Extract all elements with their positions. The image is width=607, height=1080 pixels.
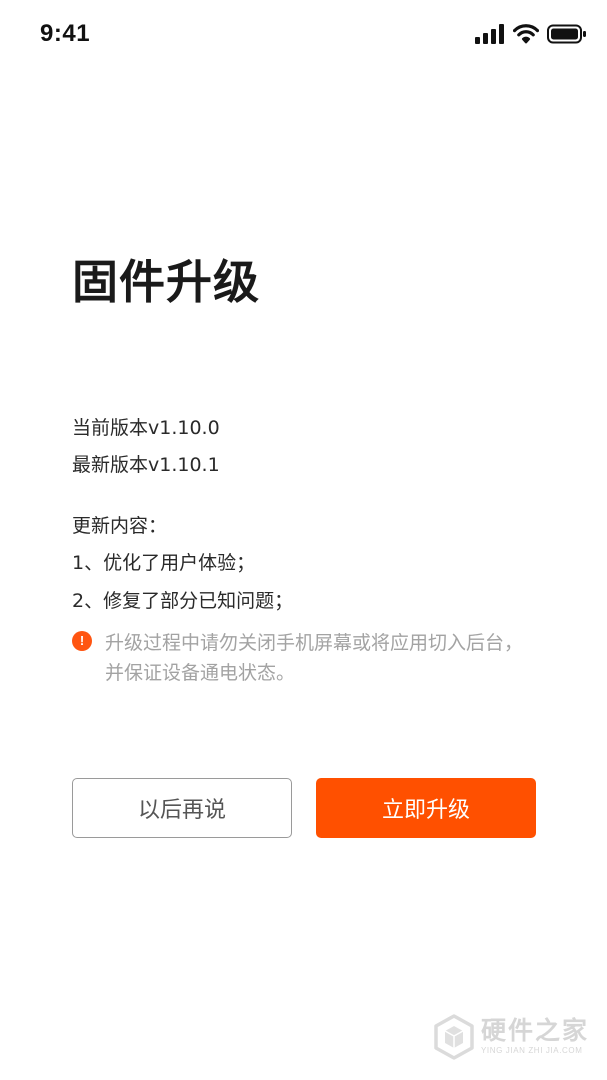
watermark-brand: 硬件之家 [480, 1016, 589, 1045]
page-title: 固件升级 [72, 255, 260, 309]
battery-icon [547, 24, 586, 44]
changelog-item: 1、优化了用户体验； [72, 552, 256, 574]
cellular-signal-icon [475, 24, 504, 44]
watermark-logo-icon [434, 1014, 474, 1060]
upgrade-notice: ! 升级过程中请勿关闭手机屏幕或将应用切入后台，并保证设备通电状态。 [72, 628, 532, 688]
upgrade-now-button-label: 立即升级 [381, 798, 470, 823]
watermark-domain: YING JIAN ZHI JIA.COM [480, 1046, 583, 1055]
latest-version: 最新版本v1.10.1 [72, 454, 220, 476]
wifi-icon [513, 24, 539, 44]
status-icons [475, 24, 587, 44]
notice-text: 升级过程中请勿关闭手机屏幕或将应用切入后台，并保证设备通电状态。 [105, 632, 524, 684]
later-button[interactable]: 以后再说 [72, 778, 292, 838]
alert-icon: ! [72, 631, 92, 651]
changelog-item: 2、修复了部分已知问题； [72, 590, 294, 612]
upgrade-now-button[interactable]: 立即升级 [316, 778, 536, 838]
watermark: 硬件之家 YING JIAN ZHI JIA.COM [433, 1014, 589, 1060]
changelog-heading: 更新内容： [72, 515, 168, 537]
current-version: 当前版本v1.10.0 [72, 417, 220, 439]
later-button-label: 以后再说 [137, 798, 226, 823]
status-time: 9:41 [40, 20, 91, 47]
status-bar: 9:41 [0, 0, 607, 72]
